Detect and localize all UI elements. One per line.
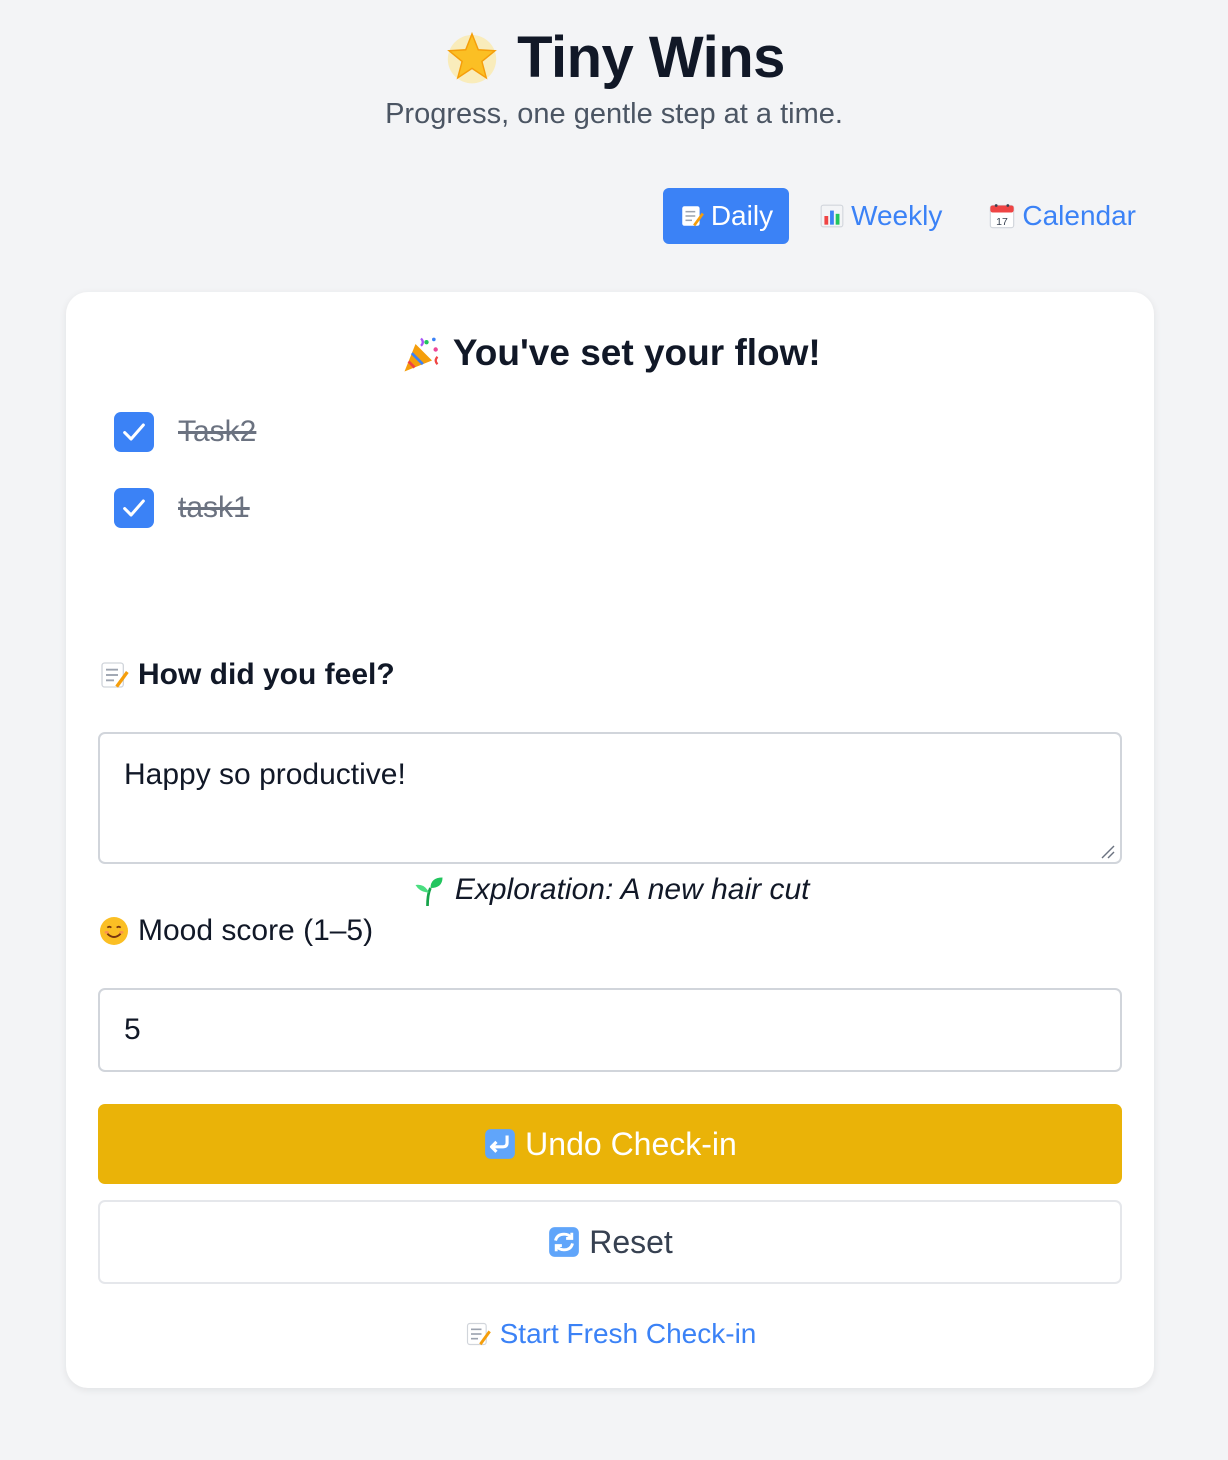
start-fresh-checkin-label: Start Fresh Check-in: [499, 1318, 757, 1349]
task-checkbox[interactable]: [114, 412, 154, 452]
tab-bar: Daily Weekly 17 Calendar: [662, 188, 1152, 244]
tab-daily[interactable]: Daily: [662, 188, 790, 244]
mood-score-input[interactable]: [98, 988, 1122, 1072]
feel-label-text: How did you feel?: [138, 658, 395, 691]
svg-text:17: 17: [997, 216, 1009, 228]
checkmark-icon: [123, 423, 145, 441]
bar-chart-icon: [819, 203, 845, 229]
app-title-text: Tiny Wins: [517, 25, 785, 90]
task-checkbox[interactable]: [114, 488, 154, 528]
memo-icon: [464, 1320, 492, 1348]
return-arrow-icon: [483, 1127, 517, 1161]
reset-button[interactable]: Reset: [98, 1200, 1122, 1284]
mood-label-text: Mood score (1–5): [138, 914, 374, 947]
card-title: You've set your flow!: [66, 328, 1154, 378]
undo-checkin-button[interactable]: Undo Check-in: [98, 1104, 1122, 1184]
reset-label: Reset: [589, 1223, 673, 1260]
memo-icon: [98, 659, 130, 691]
mood-label: Mood score (1–5): [98, 914, 373, 948]
tab-calendar-label: Calendar: [1022, 200, 1136, 231]
exploration-note: Exploration: A new hair cut: [66, 870, 1154, 910]
task-label: Task2: [178, 415, 257, 448]
task-item: Task2: [114, 412, 256, 452]
checkmark-icon: [123, 499, 145, 517]
party-popper-icon: [399, 333, 443, 377]
tab-daily-label: Daily: [710, 200, 774, 231]
feel-textarea[interactable]: Happy so productive!: [98, 732, 1122, 864]
header: Tiny Wins: [0, 22, 1228, 94]
feel-label: How did you feel?: [98, 658, 395, 692]
checkin-card: You've set your flow! Task2 task1 Explor…: [66, 292, 1154, 1388]
refresh-icon: [547, 1225, 581, 1259]
tab-calendar[interactable]: 17 Calendar: [972, 188, 1152, 244]
resize-grip-icon[interactable]: [1100, 844, 1116, 860]
smiling-face-icon: [98, 915, 130, 947]
card-title-text: You've set your flow!: [452, 332, 821, 373]
tab-weekly[interactable]: Weekly: [803, 188, 958, 244]
app-subtitle: Progress, one gentle step at a time.: [385, 98, 843, 130]
seedling-icon: [411, 873, 447, 909]
app-title: Tiny Wins: [443, 22, 785, 94]
calendar-icon: 17: [988, 202, 1016, 230]
tab-weekly-label: Weekly: [851, 200, 943, 231]
task-label: task1: [178, 491, 250, 524]
task-item: task1: [114, 488, 250, 528]
exploration-text: Exploration: A new hair cut: [454, 873, 810, 906]
memo-icon: [679, 203, 705, 229]
undo-checkin-label: Undo Check-in: [525, 1125, 737, 1162]
start-fresh-checkin-link[interactable]: Start Fresh Check-in: [66, 1318, 1154, 1350]
star-icon: [443, 29, 501, 87]
